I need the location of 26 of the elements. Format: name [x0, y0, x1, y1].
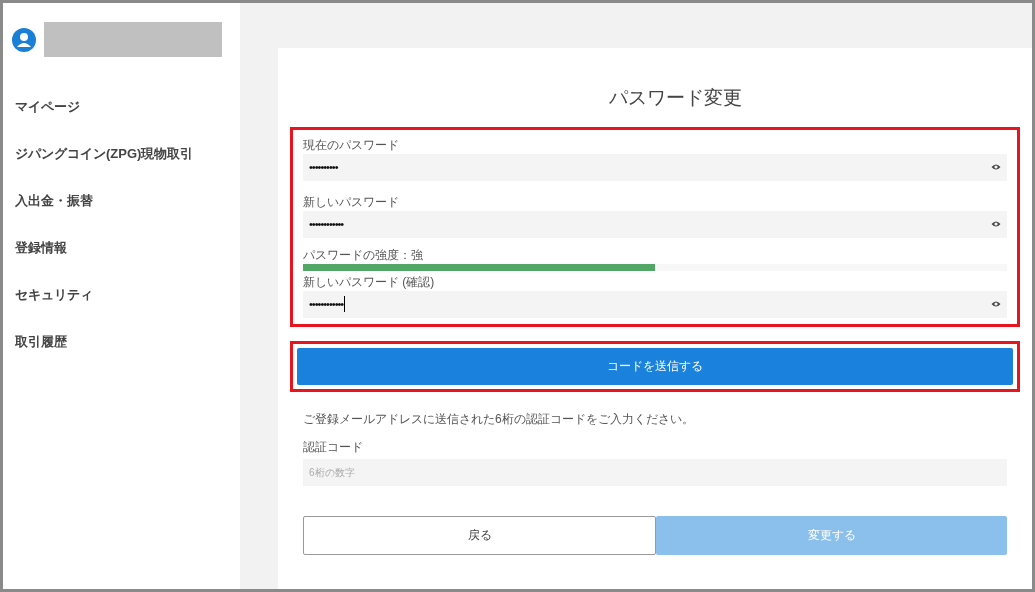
form-title: パスワード変更: [607, 86, 743, 110]
field-label: 現在のパスワード: [303, 137, 400, 152]
strength-label: パスワードの強度：強: [303, 247, 424, 262]
instruction-text: ご登録メールアドレスに送信された6桁の認証コードをご入力ください。: [303, 410, 695, 428]
sidebar-link[interactable]: 取引履歴: [3, 318, 240, 365]
sidebar-link[interactable]: マイページ: [3, 83, 240, 130]
password-value: ••••••••••••: [309, 216, 344, 232]
password-field[interactable]: ••••••••••••: [303, 290, 1007, 318]
sidebar-link[interactable]: セキュリティ: [3, 271, 240, 318]
code-input-field[interactable]: 6桁の数字: [303, 458, 1007, 486]
sidebar-link[interactable]: 入出金・振替: [3, 177, 240, 224]
show-password-icon[interactable]: [991, 163, 1001, 171]
password-value: ••••••••••••: [309, 296, 344, 312]
user-avatar-icon: [12, 27, 36, 52]
field-label: 新しいパスワード: [303, 194, 400, 209]
field-label: 認証コード: [303, 438, 364, 456]
sidebar-link[interactable]: ジパングコイン(ZPG)現物取引: [3, 130, 240, 177]
sidebar-link[interactable]: 登録情報: [3, 224, 240, 271]
password-field[interactable]: ••••••••••: [303, 153, 1007, 181]
show-password-icon[interactable]: [991, 300, 1001, 308]
show-password-icon[interactable]: [991, 220, 1001, 228]
password-value: ••••••••••: [309, 159, 338, 175]
field-label: 新しいパスワード (確認): [303, 274, 436, 289]
back-button[interactable]: 戻る: [303, 515, 656, 555]
password-field[interactable]: ••••••••••••: [303, 210, 1007, 238]
send-code-button[interactable]: コードを送信する: [297, 347, 1013, 385]
